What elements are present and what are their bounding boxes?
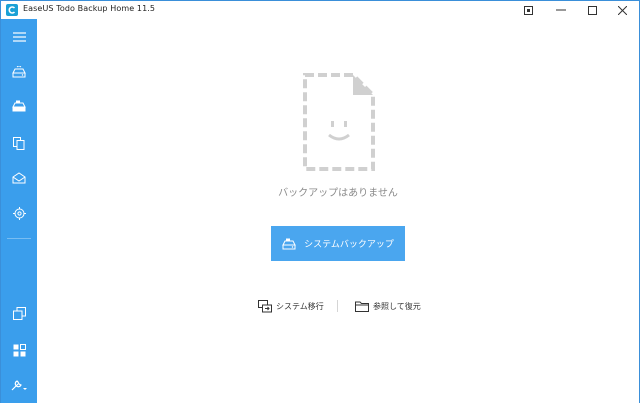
system-transfer-button[interactable]: システム移行 (258, 297, 324, 315)
browse-restore-label: 参照して復元 (373, 301, 421, 311)
close-icon (617, 5, 627, 15)
main-panel: バックアップはありません システムバックアップ システム移行 参照して復元 (37, 19, 639, 403)
empty-document-icon (303, 73, 375, 171)
minimize-button[interactable] (546, 1, 576, 19)
smart-backup-icon (12, 206, 26, 220)
tools-icon (11, 380, 27, 391)
clone-icon (12, 306, 26, 320)
maximize-button[interactable] (577, 1, 607, 19)
title-bar: EaseUS Todo Backup Home 11.5 (1, 1, 639, 19)
sidebar-item-apps[interactable] (1, 337, 37, 363)
window-mode-icon (523, 5, 533, 15)
sidebar-item-clone[interactable] (1, 300, 37, 326)
system-backup-icon (282, 238, 296, 249)
file-backup-icon (13, 136, 25, 150)
disk-backup-icon (12, 66, 26, 78)
maximize-icon (587, 5, 597, 15)
app-window: EaseUS Todo Backup Home 11.5 バックアップはありませ… (0, 0, 640, 403)
system-backup-icon (12, 100, 26, 112)
system-backup-button[interactable]: システムバックアップ (271, 226, 405, 261)
empty-state-message: バックアップはありません (278, 188, 398, 199)
window-settings-button[interactable] (513, 1, 543, 19)
sidebar-item-tools[interactable] (1, 372, 37, 398)
folder-icon (355, 301, 369, 312)
sidebar-divider (7, 238, 31, 239)
system-transfer-label: システム移行 (276, 301, 324, 311)
app-logo-icon (6, 4, 18, 16)
action-divider (337, 300, 338, 312)
mail-backup-icon (12, 172, 26, 184)
system-transfer-icon (258, 299, 272, 312)
sidebar-menu-button[interactable] (1, 24, 37, 50)
sidebar-item-smart-backup[interactable] (1, 200, 37, 226)
browse-restore-button[interactable]: 参照して復元 (355, 297, 421, 315)
window-title: EaseUS Todo Backup Home 11.5 (23, 4, 156, 13)
menu-icon (12, 32, 26, 42)
close-button[interactable] (607, 1, 637, 19)
sidebar-item-file-backup[interactable] (1, 130, 37, 156)
sidebar-item-mail-backup[interactable] (1, 165, 37, 191)
sidebar (1, 19, 37, 403)
system-backup-label: システムバックアップ (304, 240, 394, 250)
sidebar-item-disk-backup[interactable] (1, 59, 37, 85)
sidebar-item-system-backup[interactable] (1, 93, 37, 119)
minimize-icon (556, 9, 566, 11)
apps-icon (13, 343, 26, 356)
